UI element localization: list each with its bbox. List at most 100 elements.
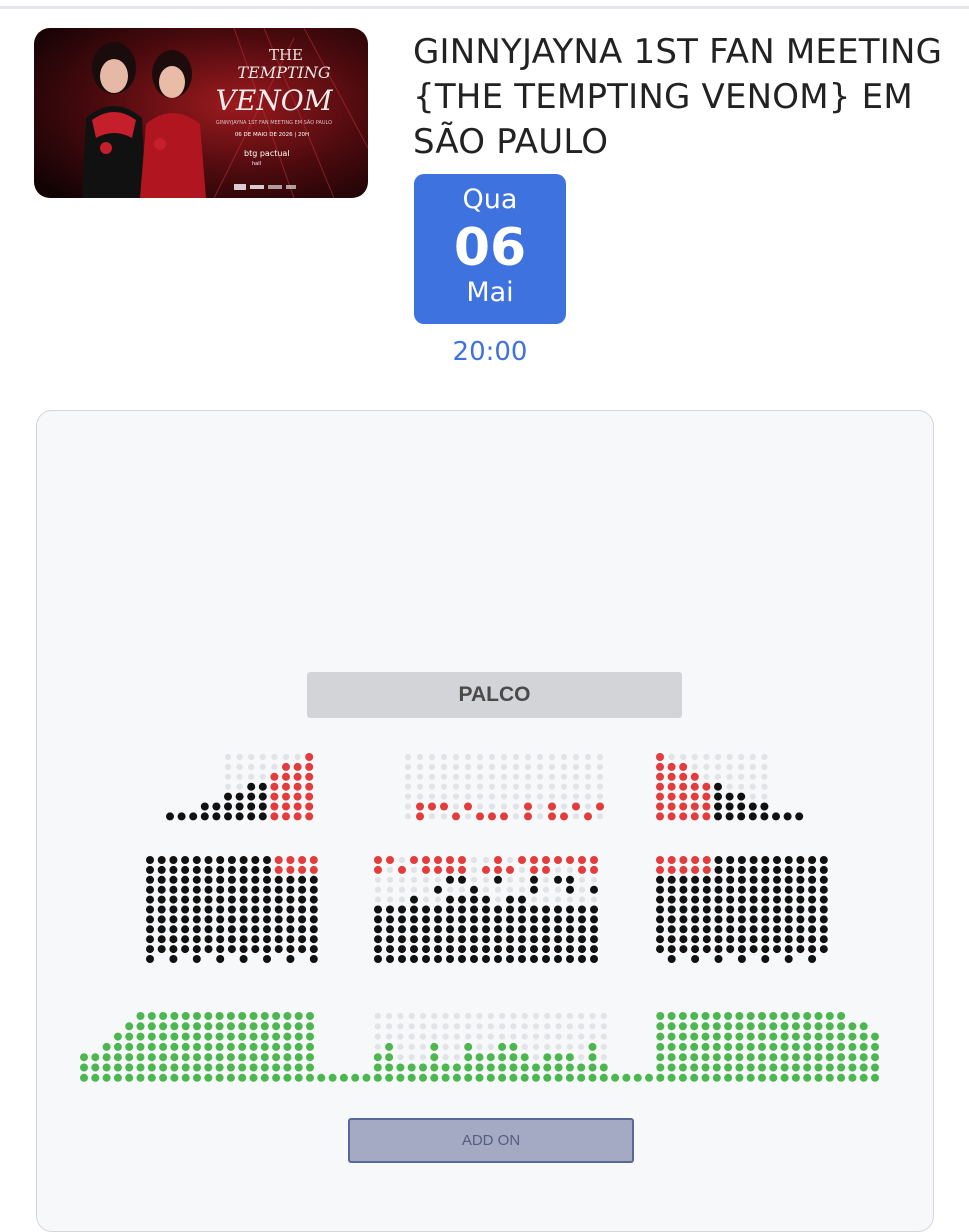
seat-addon[interactable]: [758, 1063, 766, 1072]
seat-available[interactable]: [282, 792, 290, 801]
seat-addon[interactable]: [170, 1073, 179, 1082]
seat-available[interactable]: [305, 772, 314, 781]
seat-map[interactable]: [0, 0, 969, 1200]
seat-addon[interactable]: [791, 1022, 800, 1031]
seat-available[interactable]: [293, 782, 302, 791]
seat-addon[interactable]: [769, 1032, 778, 1041]
seat-available[interactable]: [282, 802, 290, 811]
seat-available[interactable]: [530, 865, 538, 874]
seat-addon[interactable]: [373, 1053, 382, 1062]
seat-addon[interactable]: [373, 1063, 382, 1072]
seat-addon[interactable]: [520, 1073, 529, 1082]
seat-available[interactable]: [667, 856, 676, 864]
seat-available[interactable]: [690, 812, 699, 821]
seat-addon[interactable]: [724, 1042, 733, 1051]
seat-addon[interactable]: [758, 1053, 766, 1062]
seat-addon[interactable]: [735, 1073, 744, 1082]
seat-addon[interactable]: [486, 1053, 495, 1062]
seat-addon[interactable]: [226, 1073, 235, 1082]
seat-addon[interactable]: [780, 1063, 789, 1072]
seat-addon[interactable]: [543, 1073, 552, 1082]
seat-addon[interactable]: [170, 1012, 179, 1020]
seat-addon[interactable]: [283, 1032, 292, 1041]
seat-available[interactable]: [702, 782, 711, 791]
seat-addon[interactable]: [837, 1073, 846, 1082]
seat-available[interactable]: [434, 856, 442, 864]
seat-available[interactable]: [282, 772, 290, 781]
seat-addon[interactable]: [306, 1032, 314, 1041]
seat-addon[interactable]: [837, 1042, 846, 1051]
seat-addon[interactable]: [769, 1012, 778, 1020]
seat-addon[interactable]: [509, 1063, 518, 1072]
seat-addon[interactable]: [306, 1012, 314, 1020]
seat-addon[interactable]: [837, 1022, 846, 1031]
seat-addon[interactable]: [339, 1073, 348, 1082]
seat-available[interactable]: [656, 762, 664, 771]
seat-available[interactable]: [286, 865, 295, 874]
seat-addon[interactable]: [238, 1032, 247, 1041]
seat-addon[interactable]: [193, 1012, 201, 1020]
seat-available[interactable]: [298, 865, 307, 874]
seat-addon[interactable]: [509, 1053, 518, 1062]
seat-addon[interactable]: [859, 1042, 868, 1051]
seat-available[interactable]: [518, 856, 526, 864]
seat-addon[interactable]: [848, 1032, 857, 1041]
seat-available[interactable]: [566, 856, 574, 864]
seat-addon[interactable]: [475, 1063, 484, 1072]
seat-addon[interactable]: [791, 1063, 800, 1072]
seat-addon[interactable]: [181, 1073, 190, 1082]
seat-addon[interactable]: [272, 1073, 281, 1082]
seat-addon[interactable]: [814, 1032, 823, 1041]
seat-addon[interactable]: [758, 1022, 766, 1031]
seat-addon[interactable]: [452, 1073, 461, 1082]
seat-addon[interactable]: [170, 1042, 179, 1051]
seat-addon[interactable]: [181, 1063, 190, 1072]
seat-addon[interactable]: [181, 1032, 190, 1041]
seat-addon[interactable]: [871, 1032, 879, 1041]
seat-addon[interactable]: [215, 1032, 224, 1041]
seat-addon[interactable]: [170, 1022, 179, 1031]
seat-addon[interactable]: [746, 1032, 755, 1041]
seat-addon[interactable]: [678, 1022, 687, 1031]
seat-available[interactable]: [416, 802, 424, 811]
seat-addon[interactable]: [667, 1073, 676, 1082]
seat-addon[interactable]: [80, 1053, 88, 1062]
seat-addon[interactable]: [159, 1022, 168, 1031]
seat-addon[interactable]: [803, 1012, 812, 1020]
seat-addon[interactable]: [656, 1042, 665, 1051]
seat-addon[interactable]: [204, 1042, 213, 1051]
seat-addon[interactable]: [712, 1042, 721, 1051]
seat-addon[interactable]: [464, 1042, 473, 1051]
seat-addon[interactable]: [565, 1063, 574, 1072]
seat-addon[interactable]: [871, 1053, 879, 1062]
seat-addon[interactable]: [769, 1053, 778, 1062]
seat-available[interactable]: [578, 856, 586, 864]
seat-addon[interactable]: [701, 1012, 710, 1020]
seat-available[interactable]: [270, 812, 279, 821]
seat-available[interactable]: [293, 802, 302, 811]
seat-addon[interactable]: [520, 1063, 529, 1072]
seat-addon[interactable]: [136, 1012, 145, 1020]
seat-addon[interactable]: [543, 1053, 552, 1062]
seat-available[interactable]: [554, 856, 562, 864]
seat-addon[interactable]: [249, 1053, 258, 1062]
seat-addon[interactable]: [170, 1032, 179, 1041]
seat-addon[interactable]: [758, 1012, 766, 1020]
seat-available[interactable]: [305, 792, 314, 801]
seat-addon[interactable]: [498, 1042, 507, 1051]
seat-addon[interactable]: [509, 1073, 518, 1082]
seat-addon[interactable]: [91, 1063, 100, 1072]
seat-addon[interactable]: [441, 1073, 450, 1082]
seat-addon[interactable]: [814, 1053, 823, 1062]
seat-available[interactable]: [422, 856, 430, 864]
seat-addon[interactable]: [430, 1053, 439, 1062]
seat-addon[interactable]: [294, 1063, 303, 1072]
seat-addon[interactable]: [712, 1053, 721, 1062]
seat-addon[interactable]: [656, 1073, 665, 1082]
seat-addon[interactable]: [475, 1053, 484, 1062]
seat-addon[interactable]: [238, 1022, 247, 1031]
seat-addon[interactable]: [260, 1053, 269, 1062]
seat-addon[interactable]: [837, 1032, 846, 1041]
seat-addon[interactable]: [871, 1063, 879, 1072]
seat-addon[interactable]: [712, 1032, 721, 1041]
